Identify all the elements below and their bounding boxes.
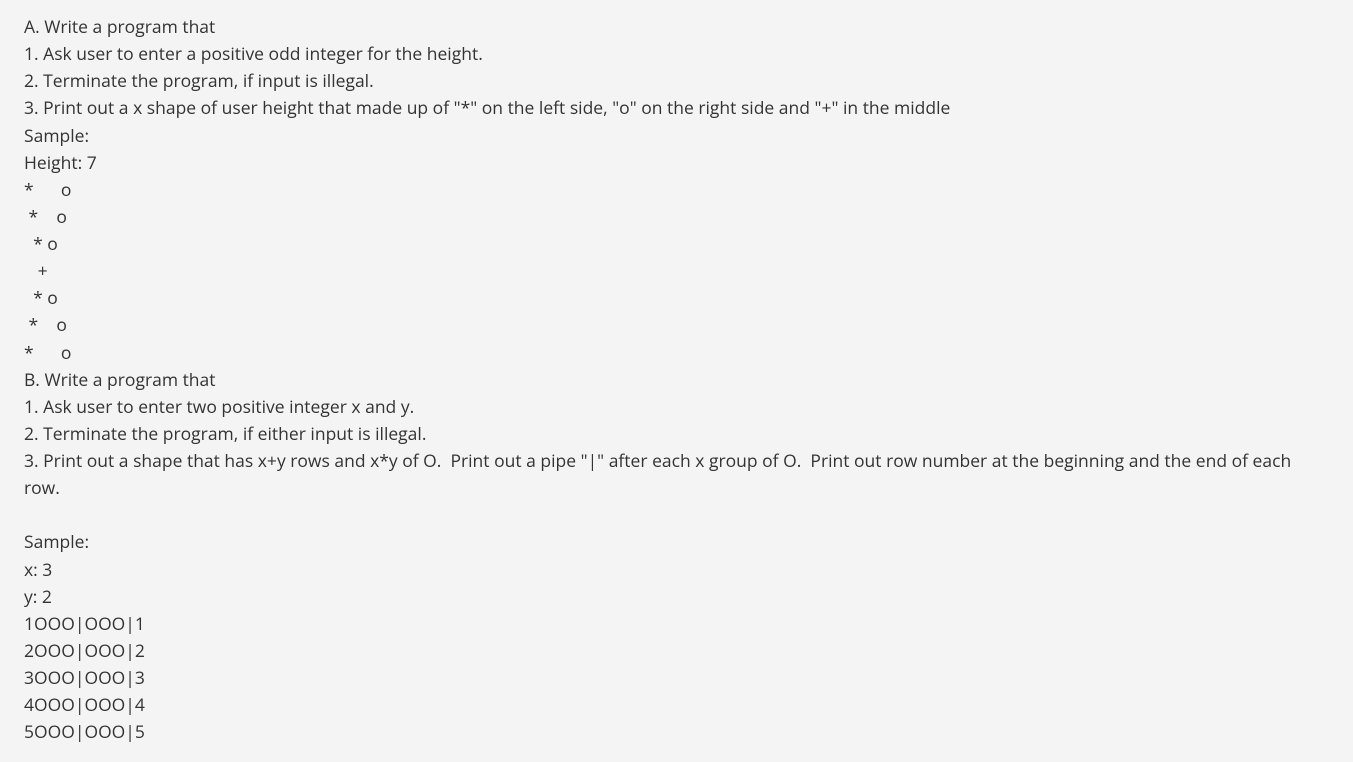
text-line-a-step2: 2. Terminate the program, if input is il… [24,68,1329,95]
text-line-b-output-5: 5OOO|OOO|5 [24,719,1329,746]
text-line-a-sample-label: Sample: [24,123,1329,150]
text-line-a-height: Height: 7 [24,150,1329,177]
text-blank-line [24,502,1329,529]
text-line-a-output-1: * o [24,177,1329,204]
text-line-a-output-7: * o [24,340,1329,367]
text-line-b-step2: 2. Terminate the program, if either inpu… [24,421,1329,448]
text-line-a-output-5: * o [24,285,1329,312]
text-line-a-output-6: * o [24,312,1329,339]
text-line-b-output-1: 1OOO|OOO|1 [24,611,1329,638]
text-line-b-output-4: 4OOO|OOO|4 [24,692,1329,719]
text-line-a-output-3: * o [24,231,1329,258]
text-line-a-step1: 1. Ask user to enter a positive odd inte… [24,41,1329,68]
text-line-a-output-4: + [24,258,1329,285]
text-line-a-step3: 3. Print out a x shape of user height th… [24,95,1329,122]
text-line-a-heading: A. Write a program that [24,14,1329,41]
text-line-b-x: x: 3 [24,557,1329,584]
text-line-b-y: y: 2 [24,584,1329,611]
text-line-b-output-3: 3OOO|OOO|3 [24,665,1329,692]
text-line-b-step1: 1. Ask user to enter two positive intege… [24,394,1329,421]
text-line-b-output-2: 2OOO|OOO|2 [24,638,1329,665]
text-line-b-heading: B. Write a program that [24,367,1329,394]
text-line-b-step3: 3. Print out a shape that has x+y rows a… [24,448,1329,502]
document-content: A. Write a program that 1. Ask user to e… [24,14,1329,746]
text-line-a-output-2: * o [24,204,1329,231]
text-line-b-sample-label: Sample: [24,529,1329,556]
